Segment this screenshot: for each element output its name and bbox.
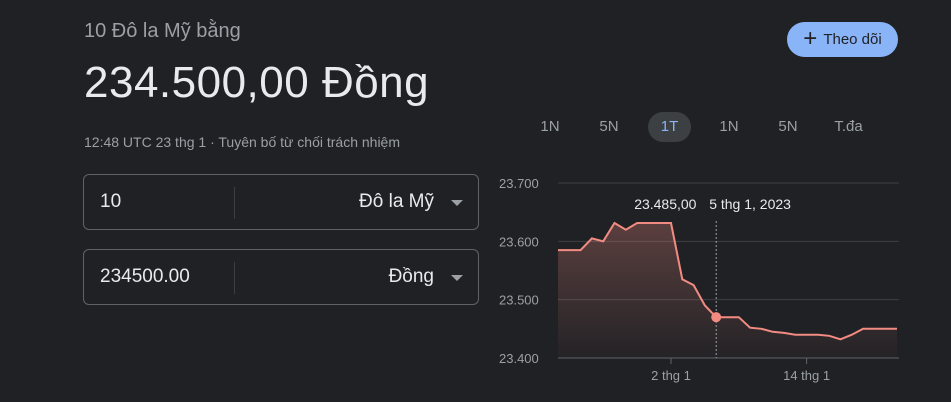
range-tabs: 1N 5N 1T 1N 5N T.đa: [525, 112, 905, 142]
plus-icon: +: [803, 24, 818, 52]
chart-tooltip: 23.485,00 5 thg 1, 2023: [624, 187, 811, 221]
to-currency-select[interactable]: Đồng: [389, 266, 434, 288]
timestamp: 12:48 UTC 23 thg 1: [84, 134, 207, 150]
x-tick-label: 2 thg 1: [651, 368, 691, 383]
field-divider: [234, 187, 235, 219]
timestamp-line: 12:48 UTC 23 thg 1 · Tuyên bố từ chối tr…: [84, 134, 400, 150]
tab-range-1[interactable]: 1N: [533, 112, 567, 142]
from-currency-field[interactable]: 10 Đô la Mỹ: [83, 174, 479, 230]
x-tick-label: 14 thg 1: [783, 368, 830, 383]
field-divider: [234, 262, 235, 294]
tab-range-5[interactable]: 5N: [771, 112, 805, 142]
from-currency-select[interactable]: Đô la Mỹ: [359, 191, 434, 213]
from-amount-input[interactable]: 10: [100, 191, 121, 213]
hover-point: [711, 312, 722, 323]
y-tick-label: 23.700: [499, 176, 539, 191]
follow-label: Theo dõi: [823, 31, 882, 48]
follow-button[interactable]: + Theo dõi: [787, 22, 898, 57]
disclaimer-link[interactable]: Tuyên bố từ chối trách nhiệm: [218, 134, 400, 150]
tab-range-3[interactable]: 1T: [648, 112, 691, 142]
dropdown-arrow-icon[interactable]: [451, 275, 463, 281]
tab-range-2[interactable]: 5N: [592, 112, 626, 142]
conversion-result: 234.500,00 Đồng: [84, 58, 430, 107]
y-tick-label: 23.500: [499, 293, 539, 308]
to-currency-field[interactable]: 234500.00 Đồng: [83, 249, 479, 305]
y-tick-label: 23.600: [499, 234, 539, 249]
tooltip-date: 5 thg 1, 2023: [709, 196, 791, 212]
y-tick-label: 23.400: [499, 351, 539, 366]
tab-range-6[interactable]: T.đa: [825, 112, 872, 142]
conversion-subtitle: 10 Đô la Mỹ bằng: [84, 20, 241, 42]
to-amount-input[interactable]: 234500.00: [100, 266, 190, 288]
tooltip-value: 23.485,00: [634, 196, 696, 212]
tab-range-4[interactable]: 1N: [712, 112, 746, 142]
exchange-rate-chart[interactable]: 23.700 23.600 23.500 23.400 2 thg 1 14 thg 1…: [490, 168, 910, 388]
dropdown-arrow-icon[interactable]: [451, 200, 463, 206]
meta-separator: ·: [206, 134, 219, 150]
